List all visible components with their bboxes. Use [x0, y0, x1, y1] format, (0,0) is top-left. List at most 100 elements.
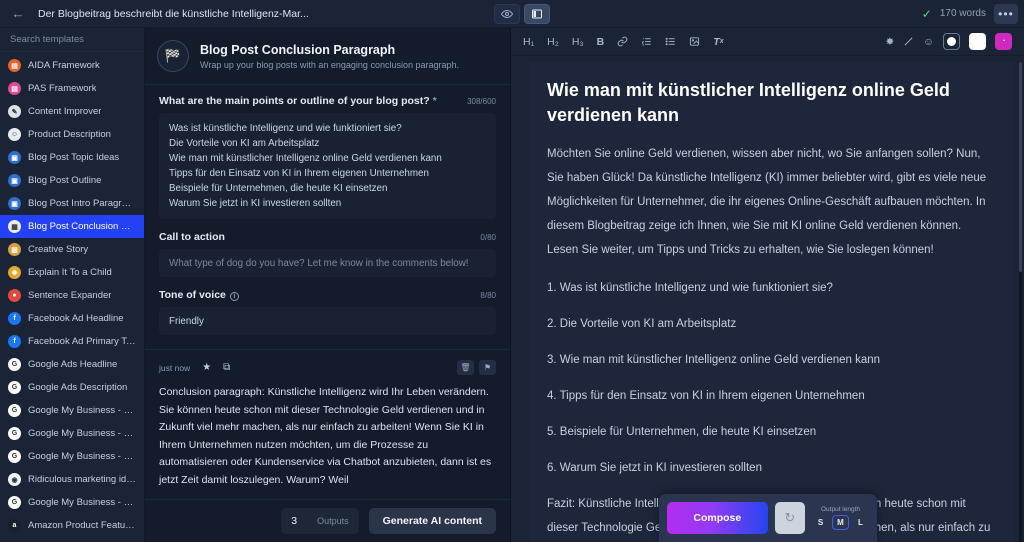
sidebar-item-google-my-business-what[interactable]: G Google My Business - What'... [0, 399, 144, 422]
compose-button[interactable]: Compose [667, 502, 768, 534]
link-icon[interactable] [617, 36, 628, 47]
sidebar-item-label: Google My Business - Produ... [28, 451, 136, 462]
sidebar-item-label: Facebook Ad Primary Text [28, 336, 136, 347]
trash-icon[interactable]: 🗑 [457, 360, 474, 375]
star-icon[interactable]: ★ [202, 362, 211, 373]
field-outline-label: What are the main points or outline of y… [159, 95, 437, 107]
sidebar-item-google-my-business-offer[interactable]: G Google My Business - Offer ... [0, 491, 144, 514]
output-timestamp: just now [159, 362, 191, 373]
color-swatch-white[interactable] [969, 33, 986, 50]
avatar-magenta[interactable]: ◔ [995, 33, 1012, 50]
google-icon: G [8, 427, 21, 440]
book-icon: ▥ [8, 243, 21, 256]
sidebar-item-blog-post-topic-ideas[interactable]: ▣ Blog Post Topic Ideas [0, 146, 144, 169]
field-tone-label-text: Tone of voice [159, 289, 226, 301]
field-tone-counter: 8/80 [480, 291, 496, 300]
saved-check-icon: ✓ [921, 6, 932, 21]
heading-1-button[interactable]: H₁ [523, 36, 534, 48]
sidebar-item-label: Blog Post Topic Ideas [28, 152, 120, 163]
facebook-icon: f [8, 312, 21, 325]
output-length-l[interactable]: L [852, 515, 869, 530]
heading-3-button[interactable]: H₃ [572, 36, 584, 48]
sidebar-item-aida-framework[interactable]: ▤ AIDA Framework [0, 54, 144, 77]
sidebar-item-blog-post-conclusion-parag[interactable]: ▦ Blog Post Conclusion Parag... [0, 215, 144, 238]
back-arrow-icon[interactable]: ← [8, 4, 28, 24]
sidebar-item-google-my-business-produ[interactable]: G Google My Business - Produ... [0, 445, 144, 468]
search-templates-container [0, 28, 144, 52]
word-count-label: 170 words [939, 8, 986, 19]
bold-button[interactable]: B [597, 36, 605, 48]
field-outline-input[interactable]: Was ist künstliche Intelligenz und wie f… [159, 113, 496, 219]
top-bar: ← Der Blogbeitrag beschreibt die künstli… [0, 0, 1024, 28]
copy-icon[interactable]: ⧉ [223, 362, 230, 373]
editor-toolbar-right: ✸ ☺ ◔ [885, 33, 1012, 50]
pas-icon: ▤ [8, 82, 21, 95]
sidebar-item-label: Content Improver [28, 106, 102, 117]
generate-ai-content-button[interactable]: Generate AI content [368, 508, 496, 534]
document-heading: Wie man mit künstlicher Intelligenz onli… [547, 80, 950, 125]
template-footer: 3 Outputs Generate AI content [145, 499, 510, 542]
bullet-list-icon[interactable] [665, 36, 676, 47]
sidebar-item-label: Ridiculous marketing ideas [28, 474, 136, 485]
sidebar-item-label: Blog Post Outline [28, 175, 102, 186]
swatch-dot [947, 37, 956, 46]
sidebar-item-content-improver[interactable]: ✎ Content Improver [0, 100, 144, 123]
color-swatch-dark[interactable] [943, 33, 960, 50]
search-templates-input[interactable] [10, 34, 134, 45]
sidebar-item-pas-framework[interactable]: ▤ PAS Framework [0, 77, 144, 100]
sidebar-item-facebook-ad-headline[interactable]: f Facebook Ad Headline [0, 307, 144, 330]
sidebar-item-creative-story[interactable]: ▥ Creative Story [0, 238, 144, 261]
sidebar-item-google-ads-headline[interactable]: G Google Ads Headline [0, 353, 144, 376]
document-intro-paragraph: Möchten Sie online Geld verdienen, wisse… [547, 148, 987, 256]
highlighter-icon[interactable] [903, 36, 914, 47]
target-icon: ◉ [8, 473, 21, 486]
sidebar-item-facebook-ad-primary-text[interactable]: f Facebook Ad Primary Text [0, 330, 144, 353]
output-length-m[interactable]: M [832, 515, 849, 530]
editor-scrollbar[interactable] [1019, 62, 1022, 542]
document-list-item: 4. Tipps für den Einsatz von KI in Ihrem… [547, 390, 865, 402]
heading-2-button[interactable]: H₂ [547, 36, 559, 48]
chat-icon: ▣ [8, 174, 21, 187]
document-title: Der Blogbeitrag beschreibt die künstlich… [38, 7, 309, 20]
sidebar-item-label: Google Ads Headline [28, 359, 118, 370]
sidebar-item-blog-post-outline[interactable]: ▣ Blog Post Outline [0, 169, 144, 192]
output-length-s[interactable]: S [812, 515, 829, 530]
sidebar-item-label: Google Ads Description [28, 382, 128, 393]
preview-eye-icon[interactable] [494, 3, 521, 24]
info-icon[interactable]: i [229, 292, 239, 301]
sparkle-icon[interactable]: ✸ [885, 36, 894, 48]
field-cta-label: Call to action [159, 231, 225, 243]
google-icon: G [8, 404, 21, 417]
document-list-item: 2. Die Vorteile von KI am Arbeitsplatz [547, 318, 737, 330]
google-icon: G [8, 381, 21, 394]
sidebar-item-ridiculous-marketing-ideas[interactable]: ◉ Ridiculous marketing ideas [0, 468, 144, 491]
ordered-list-icon[interactable] [641, 36, 652, 47]
more-options-button[interactable]: ••• [993, 3, 1018, 24]
field-tone-input[interactable]: Friendly [159, 307, 496, 335]
document-list-item: 3. Wie man mit künstlicher Intelligenz o… [547, 354, 881, 366]
avatar-initial: ◔ [1001, 38, 1006, 45]
sidebar-item-label: Google My Business - Offer ... [28, 497, 136, 508]
output-card-toolbar: just now ★ ⧉ 🗑 ⚑ [159, 360, 496, 375]
outputs-selector[interactable]: 3 Outputs [281, 508, 359, 534]
sidebar-item-sentence-expander[interactable]: ● Sentence Expander [0, 284, 144, 307]
sidebar-item-blog-post-intro-paragraph[interactable]: ▣ Blog Post Intro Paragraph [0, 192, 144, 215]
sidebar-item-amazon-product-features-b[interactable]: a Amazon Product Features (b... [0, 514, 144, 537]
document-canvas[interactable]: Wie man mit künstlicher Intelligenz onli… [529, 62, 1014, 542]
split-view-icon[interactable] [524, 3, 551, 24]
template-subtitle: Wrap up your blog posts with an engaging… [200, 59, 460, 70]
emoji-icon[interactable]: ☺ [923, 36, 934, 48]
checkered-flag-icon: ▦ [8, 220, 21, 233]
clear-format-icon[interactable]: Tx [713, 36, 723, 48]
sidebar-item-product-description[interactable]: ☺ Product Description [0, 123, 144, 146]
sidebar-item-google-my-business-event[interactable]: G Google My Business - Event... [0, 422, 144, 445]
flag-icon[interactable]: ⚑ [479, 360, 496, 375]
sidebar-item-amazon-product-descriptio[interactable]: aAmazon Product Descriptio... [0, 537, 144, 542]
field-tone-row: Tone of voice i 8/80 [159, 289, 496, 301]
editor-scrollbar-thumb[interactable] [1019, 62, 1022, 272]
sidebar-item-explain-it-to-a-child[interactable]: ✹ Explain It To a Child [0, 261, 144, 284]
refresh-icon[interactable]: ↻ [774, 502, 805, 534]
sidebar-item-google-ads-description[interactable]: G Google Ads Description [0, 376, 144, 399]
field-cta-input[interactable]: What type of dog do you have? Let me kno… [159, 249, 496, 277]
image-icon[interactable] [689, 36, 700, 47]
